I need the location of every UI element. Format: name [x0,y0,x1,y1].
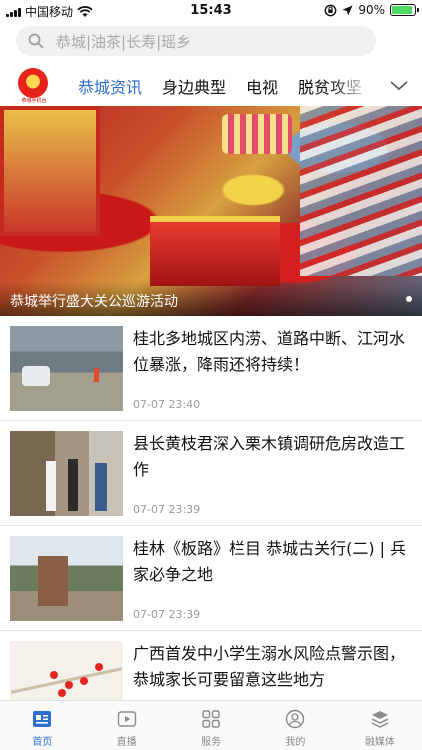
search-icon [28,33,44,49]
map-pin-icon [80,677,88,685]
news-title[interactable]: 桂北多地城区内涝、道路中断、江河水位暴涨，降雨还将持续！ [133,326,408,378]
status-right: 90% [324,3,419,17]
thumb-person [94,368,99,382]
map-pin-icon [58,689,66,697]
tabbar-label: 融媒体 [364,737,395,748]
bottom-tab-bar: 首页 直播 服务 我的 融媒体 [0,700,422,750]
banner-carousel[interactable]: 恭城举行盛大关公巡游活动 [0,106,422,316]
tab-fade [330,64,390,106]
profile-icon [286,709,305,729]
tabbar-label: 首页 [32,737,53,748]
news-thumbnail [10,536,123,621]
battery-fill [392,6,412,14]
banner-photo-canopy [222,114,292,154]
banner-caption[interactable]: 恭城举行盛大关公巡游活动 [0,282,422,316]
grid-icon [202,710,220,728]
banner-photo-crowd [300,106,422,276]
app-logo [18,68,48,98]
news-time: 07-07 23:40 [133,398,201,411]
map-pin-icon [50,671,58,679]
news-time: 07-07 23:39 [133,608,201,621]
status-bar: 中国移动 15:43 90% [0,0,422,22]
news-title[interactable]: 广西首发中小学生溺水风险点警示图，恭城家长可要留意这些地方 [133,641,408,693]
orientation-lock-icon [324,4,337,16]
play-icon [117,711,136,727]
thumb-person [46,461,56,511]
search-placeholder[interactable]: 恭城|油茶|长寿|瑶乡 [56,31,191,52]
news-item[interactable]: 县长黄枝君深入栗木镇调研危房改造工作 07-07 23:39 [0,421,422,526]
news-title[interactable]: 桂林《板路》栏目 恭城古关行(二) | 兵家必争之地 [133,536,408,588]
news-icon [33,711,52,727]
tab-gongcheng-news[interactable]: 恭城资讯 [78,74,143,109]
news-item[interactable]: 桂北多地城区内涝、道路中断、江河水位暴涨，降雨还将持续！ 07-07 23:40 [0,316,422,421]
news-item[interactable]: 桂林《板路》栏目 恭城古关行(二) | 兵家必争之地 07-07 23:39 [0,526,422,631]
carousel-dot[interactable] [406,296,412,302]
tabbar-profile[interactable]: 我的 [253,701,337,750]
news-thumbnail [10,326,123,411]
tabbar-live[interactable]: 直播 [84,701,168,750]
news-time: 07-07 23:39 [133,503,201,516]
channel-nav: 恭城手机台 恭城资讯 身边典型 电视 脱贫攻坚 [0,64,422,109]
thumb-archway [38,556,68,606]
search-bar[interactable]: 恭城|油茶|长寿|瑶乡 [16,26,376,56]
tabbar-media[interactable]: 融媒体 [338,701,422,750]
chevron-down-icon[interactable] [388,74,410,96]
tab-tv[interactable]: 电视 [246,74,278,98]
battery-percent: 90% [358,3,385,17]
location-icon [342,5,353,15]
channel-tabs: 恭城资讯 身边典型 电视 脱贫攻坚 [78,74,362,109]
banner-photo-float [150,216,280,286]
tabbar-label: 直播 [116,737,137,748]
media-icon [371,711,389,728]
map-pin-icon [95,663,103,671]
news-list: 桂北多地城区内涝、道路中断、江河水位暴涨，降雨还将持续！ 07-07 23:40… [0,316,422,736]
map-pin-icon [65,681,73,689]
news-title[interactable]: 县长黄枝君深入栗木镇调研危房改造工作 [133,431,408,483]
thumb-car [22,366,50,386]
tabbar-label: 服务 [201,737,222,748]
tabbar-label: 我的 [285,737,306,748]
tabbar-home[interactable]: 首页 [0,701,84,750]
banner-photo-plaque [0,106,100,236]
thumb-person [95,463,107,511]
logo-text: 恭城手机台 [21,98,47,104]
news-thumbnail [10,431,123,516]
tabbar-services[interactable]: 服务 [169,701,253,750]
thumb-person [68,459,78,511]
tab-local-models[interactable]: 身边典型 [162,74,226,98]
battery-icon [390,4,419,16]
